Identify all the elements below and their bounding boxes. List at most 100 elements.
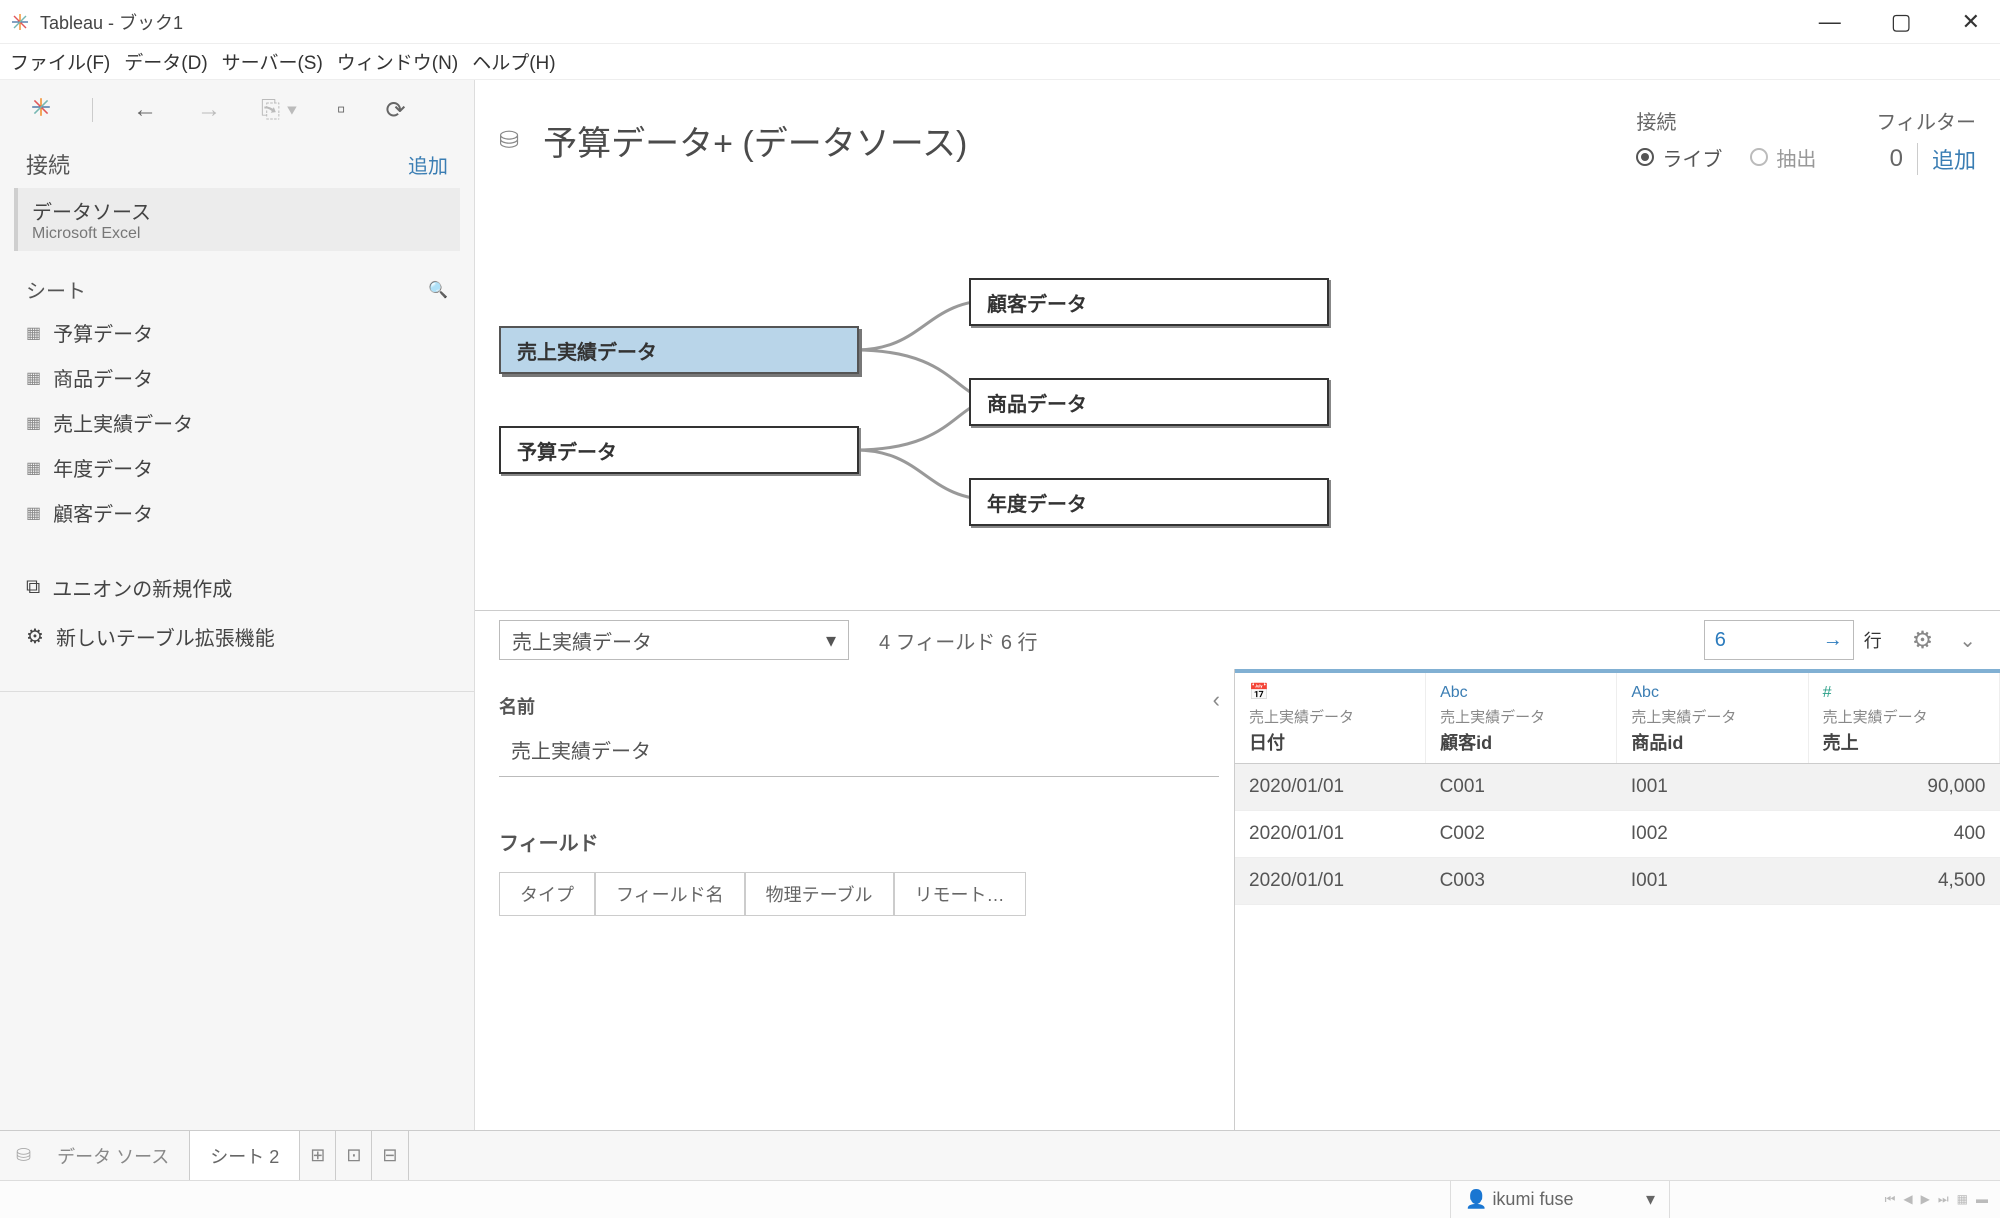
datasource-icon: ⛁ <box>499 126 519 155</box>
add-connection-link[interactable]: 追加 <box>408 150 448 179</box>
user-dropdown[interactable]: 👤 ikumi fuse ▾ <box>1450 1181 1670 1218</box>
maximize-icon[interactable]: ▢ <box>1891 9 1912 35</box>
connection-label: 接続 <box>1636 106 1816 135</box>
extract-radio[interactable]: 抽出 <box>1750 143 1816 172</box>
new-table-extension[interactable]: ⚙新しいテーブル拡張機能 <box>18 612 456 661</box>
connection-item[interactable]: データソース Microsoft Excel <box>14 188 460 251</box>
table-icon: ▦ <box>26 413 41 433</box>
new-worksheet-icon[interactable]: ⊞ <box>300 1131 336 1180</box>
canvas-node-product[interactable]: 商品データ <box>969 378 1329 426</box>
relationship-canvas[interactable]: 売上実績データ 予算データ 顧客データ 商品データ 年度データ <box>475 180 2000 610</box>
field-tab[interactable]: フィールド名 <box>595 872 745 916</box>
chevron-down-icon: ▾ <box>1646 1189 1655 1210</box>
field-tab[interactable]: タイプ <box>499 872 595 916</box>
new-union[interactable]: ⧉ユニオンの新規作成 <box>18 563 456 612</box>
connection-mode: 接続 ライブ 抽出 <box>1636 106 1816 172</box>
table-row[interactable]: 2020/01/01C001I00190,000 <box>1235 764 2000 811</box>
sheet-item[interactable]: ▦顧客データ <box>18 490 456 535</box>
date-type-icon: 📅 <box>1249 684 1269 701</box>
table-selector[interactable]: 売上実績データ ▾ <box>499 620 849 660</box>
save-icon[interactable]: ⎘ ▾ <box>261 96 297 124</box>
next-icon[interactable]: ▶ <box>1921 1192 1930 1207</box>
filter-label: フィルター <box>1876 106 1976 135</box>
app-title: Tableau - ブック1 <box>40 9 183 35</box>
sheet-item[interactable]: ▦予算データ <box>18 310 456 355</box>
back-icon[interactable]: ← <box>133 96 157 124</box>
arrow-right-icon: → <box>1823 629 1843 652</box>
col-header[interactable]: 📅 売上実績データ 日付 <box>1235 671 1426 764</box>
view-icon[interactable]: ▦ <box>1957 1192 1968 1207</box>
close-icon[interactable]: ✕ <box>1962 9 1980 35</box>
user-icon: 👤 <box>1465 1189 1487 1209</box>
union-icon: ⧉ <box>26 576 40 599</box>
fields-summary: 4 フィールド 6 行 <box>879 626 1038 655</box>
tab-datasource[interactable]: データ ソース <box>37 1131 190 1180</box>
menu-file[interactable]: ファイル(F) <box>10 48 110 75</box>
new-dashboard-icon[interactable]: ⊡ <box>336 1131 372 1180</box>
status-nav-icons: ⏮ ◀ ▶ ⏭ ▦ ▬ <box>1885 1192 2000 1207</box>
connections-label: 接続 <box>26 148 70 180</box>
sheet-item[interactable]: ▦売上実績データ <box>18 400 456 445</box>
canvas-node-budget[interactable]: 予算データ <box>499 426 859 474</box>
minimize-icon[interactable]: — <box>1819 9 1841 35</box>
connection-type: Microsoft Excel <box>32 225 446 243</box>
tab-sheet2[interactable]: シート 2 <box>190 1131 300 1180</box>
datasource-icon[interactable]: ▫ <box>337 96 346 124</box>
canvas-node-primary[interactable]: 売上実績データ <box>499 326 859 374</box>
sheet-item[interactable]: ▦商品データ <box>18 355 456 400</box>
field-tab[interactable]: リモート… <box>894 872 1026 916</box>
menu-server[interactable]: サーバー(S) <box>222 48 323 75</box>
gear-icon[interactable]: ⚙ <box>1912 626 1934 655</box>
filter-count: 0 <box>1890 145 1903 173</box>
connection-name: データソース <box>32 196 446 225</box>
live-radio[interactable]: ライブ <box>1636 143 1722 172</box>
forward-icon[interactable]: → <box>197 96 221 124</box>
collapse-icon[interactable]: ‹ <box>1213 687 1220 713</box>
view2-icon[interactable]: ▬ <box>1976 1192 1988 1207</box>
table-icon: ▦ <box>26 503 41 523</box>
menu-help[interactable]: ヘルプ(H) <box>472 48 555 75</box>
canvas-node-year[interactable]: 年度データ <box>969 478 1329 526</box>
datasource-title[interactable]: 予算データ+ (データソース) <box>543 116 967 165</box>
table-row[interactable]: 2020/01/01C003I0014,500 <box>1235 858 2000 905</box>
canvas-node-customer[interactable]: 顧客データ <box>969 278 1329 326</box>
status-bar: 👤 ikumi fuse ▾ ⏮ ◀ ▶ ⏭ ▦ ▬ <box>0 1180 2000 1218</box>
preview-toolbar: 売上実績データ ▾ 4 フィールド 6 行 6 → 行 ⚙ ⌄ <box>475 611 2000 669</box>
first-icon[interactable]: ⏮ <box>1885 1192 1896 1207</box>
fields-label: フィールド <box>499 827 1210 856</box>
new-story-icon[interactable]: ⊟ <box>372 1131 408 1180</box>
field-tab[interactable]: 物理テーブル <box>745 872 894 916</box>
last-icon[interactable]: ⏭ <box>1938 1192 1949 1207</box>
menu-window[interactable]: ウィンドウ(N) <box>337 48 458 75</box>
name-label: 名前 <box>499 693 1210 719</box>
tableau-mini-icon[interactable] <box>30 96 52 125</box>
filter-add-link[interactable]: 追加 <box>1917 143 1976 175</box>
sidebar: ← → ⎘ ▾ ▫ ⟳ 接続 追加 データソース Microsoft Excel… <box>0 80 475 1130</box>
sheets-header: シート 🔍 <box>0 261 474 310</box>
sheet-item[interactable]: ▦年度データ <box>18 445 456 490</box>
col-header[interactable]: Abc 売上実績データ 商品id <box>1617 671 1808 764</box>
name-value[interactable]: 売上実績データ <box>499 727 1219 777</box>
refresh-icon[interactable]: ⟳ <box>385 96 405 125</box>
window-controls: — ▢ ✕ <box>1819 9 1990 35</box>
content: ⛁ 予算データ+ (データソース) 接続 ライブ 抽出 フィルター 0 追加 <box>475 80 2000 1130</box>
title-bar: Tableau - ブック1 — ▢ ✕ <box>0 0 2000 44</box>
table-icon: ▦ <box>26 323 41 343</box>
search-icon[interactable]: 🔍 <box>428 280 448 300</box>
table-icon: ▦ <box>26 368 41 388</box>
table-row[interactable]: 2020/01/01C002I002400 <box>1235 811 2000 858</box>
extension-icon: ⚙ <box>26 624 44 649</box>
col-header[interactable]: # 売上実績データ 売上 <box>1808 671 1999 764</box>
sheet-list: ▦予算データ ▦商品データ ▦売上実績データ ▦年度データ ▦顧客データ <box>0 310 474 535</box>
tableau-logo-icon <box>10 12 30 32</box>
col-header[interactable]: Abc 売上実績データ 顧客id <box>1426 671 1617 764</box>
expand-icon[interactable]: ⌄ <box>1959 628 1976 653</box>
menu-data[interactable]: データ(D) <box>124 48 207 75</box>
field-tabs: タイプ フィールド名 物理テーブル リモート… <box>499 872 1210 916</box>
datasource-header: ⛁ 予算データ+ (データソース) 接続 ライブ 抽出 フィルター 0 追加 <box>475 80 2000 180</box>
table-icon: ▦ <box>26 458 41 478</box>
rows-label: 行 <box>1864 627 1882 653</box>
prev-icon[interactable]: ◀ <box>1903 1192 1912 1207</box>
row-count-input[interactable]: 6 → <box>1704 620 1854 660</box>
preview-pane: 売上実績データ ▾ 4 フィールド 6 行 6 → 行 ⚙ ⌄ ‹ 名 <box>475 610 2000 1130</box>
